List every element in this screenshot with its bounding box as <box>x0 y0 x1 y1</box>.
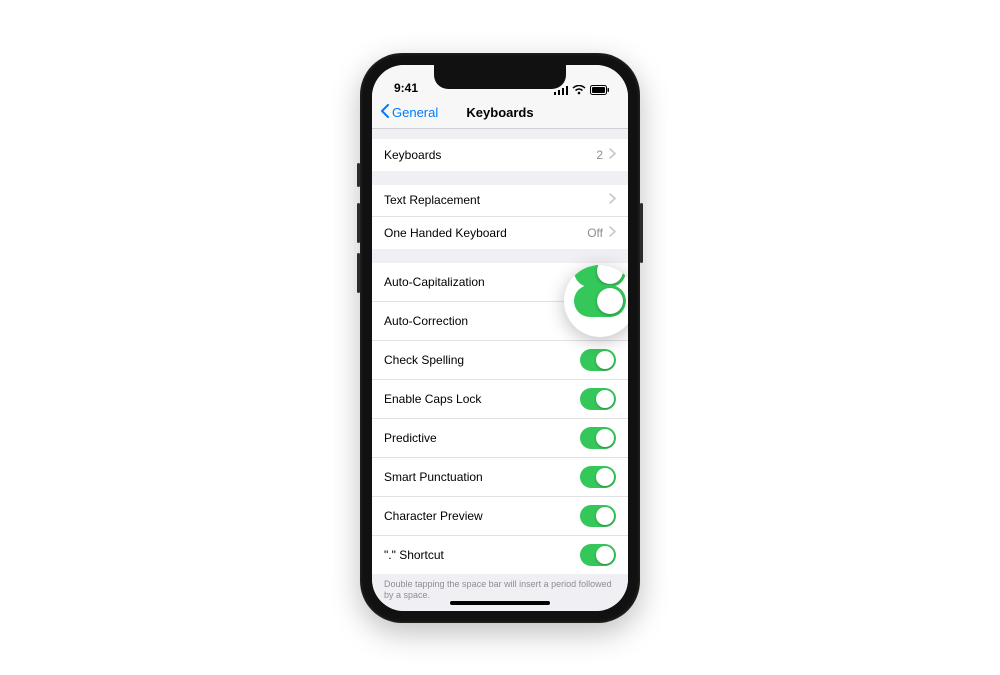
status-icons <box>554 85 610 95</box>
toggle-period-shortcut[interactable] <box>580 544 616 566</box>
row-label: Keyboards <box>384 148 441 162</box>
toggle-character-preview[interactable] <box>580 505 616 527</box>
mute-switch <box>357 163 360 187</box>
chevron-left-icon <box>380 104 390 121</box>
row-label: One Handed Keyboard <box>384 226 507 240</box>
home-indicator[interactable] <box>450 601 550 605</box>
back-button[interactable]: General <box>380 104 438 121</box>
row-label: Character Preview <box>384 509 483 523</box>
toggle-smart-punctuation[interactable] <box>580 466 616 488</box>
row-label: Auto-Correction <box>384 314 468 328</box>
row-enable-caps-lock: Enable Caps Lock <box>372 380 628 419</box>
volume-down-button <box>357 253 360 293</box>
notch <box>434 65 566 89</box>
row-period-shortcut: "." Shortcut <box>372 536 628 574</box>
phone-frame: 9:41 General Keyboards <box>360 53 640 623</box>
toggle-enable-caps-lock[interactable] <box>580 388 616 410</box>
row-predictive: Predictive <box>372 419 628 458</box>
magnifier-callout <box>564 265 628 337</box>
navigation-bar: General Keyboards <box>372 97 628 129</box>
row-label: Smart Punctuation <box>384 470 483 484</box>
group-keyboards: Keyboards 2 <box>372 139 628 171</box>
row-check-spelling: Check Spelling <box>372 341 628 380</box>
battery-icon <box>590 85 610 95</box>
row-label: "." Shortcut <box>384 548 444 562</box>
toggle-check-spelling[interactable] <box>580 349 616 371</box>
toggle-predictive[interactable] <box>580 427 616 449</box>
chevron-right-icon <box>609 193 616 207</box>
page-title: Keyboards <box>466 105 533 120</box>
row-text-replacement[interactable]: Text Replacement <box>372 185 628 217</box>
row-one-handed-keyboard[interactable]: One Handed Keyboard Off <box>372 217 628 249</box>
row-smart-punctuation: Smart Punctuation <box>372 458 628 497</box>
group-text: Text Replacement One Handed Keyboard Off <box>372 185 628 249</box>
chevron-right-icon <box>609 226 616 240</box>
row-label: Predictive <box>384 431 437 445</box>
magnified-toggle-top <box>574 265 626 287</box>
row-label: Auto-Capitalization <box>384 275 485 289</box>
row-keyboards[interactable]: Keyboards 2 <box>372 139 628 171</box>
chevron-right-icon <box>609 148 616 162</box>
screen: 9:41 General Keyboards <box>372 65 628 611</box>
back-label: General <box>392 105 438 120</box>
row-character-preview: Character Preview <box>372 497 628 536</box>
row-value: 2 <box>596 148 616 162</box>
power-button <box>640 203 643 263</box>
row-label: Check Spelling <box>384 353 464 367</box>
row-value <box>609 193 616 207</box>
wifi-icon <box>572 85 586 95</box>
status-time: 9:41 <box>394 81 418 95</box>
row-label: Enable Caps Lock <box>384 392 481 406</box>
row-value: Off <box>587 226 616 240</box>
settings-list[interactable]: Keyboards 2 Text Replacement One Handed … <box>372 129 628 611</box>
magnified-toggle <box>574 285 626 317</box>
volume-up-button <box>357 203 360 243</box>
row-label: Text Replacement <box>384 193 480 207</box>
